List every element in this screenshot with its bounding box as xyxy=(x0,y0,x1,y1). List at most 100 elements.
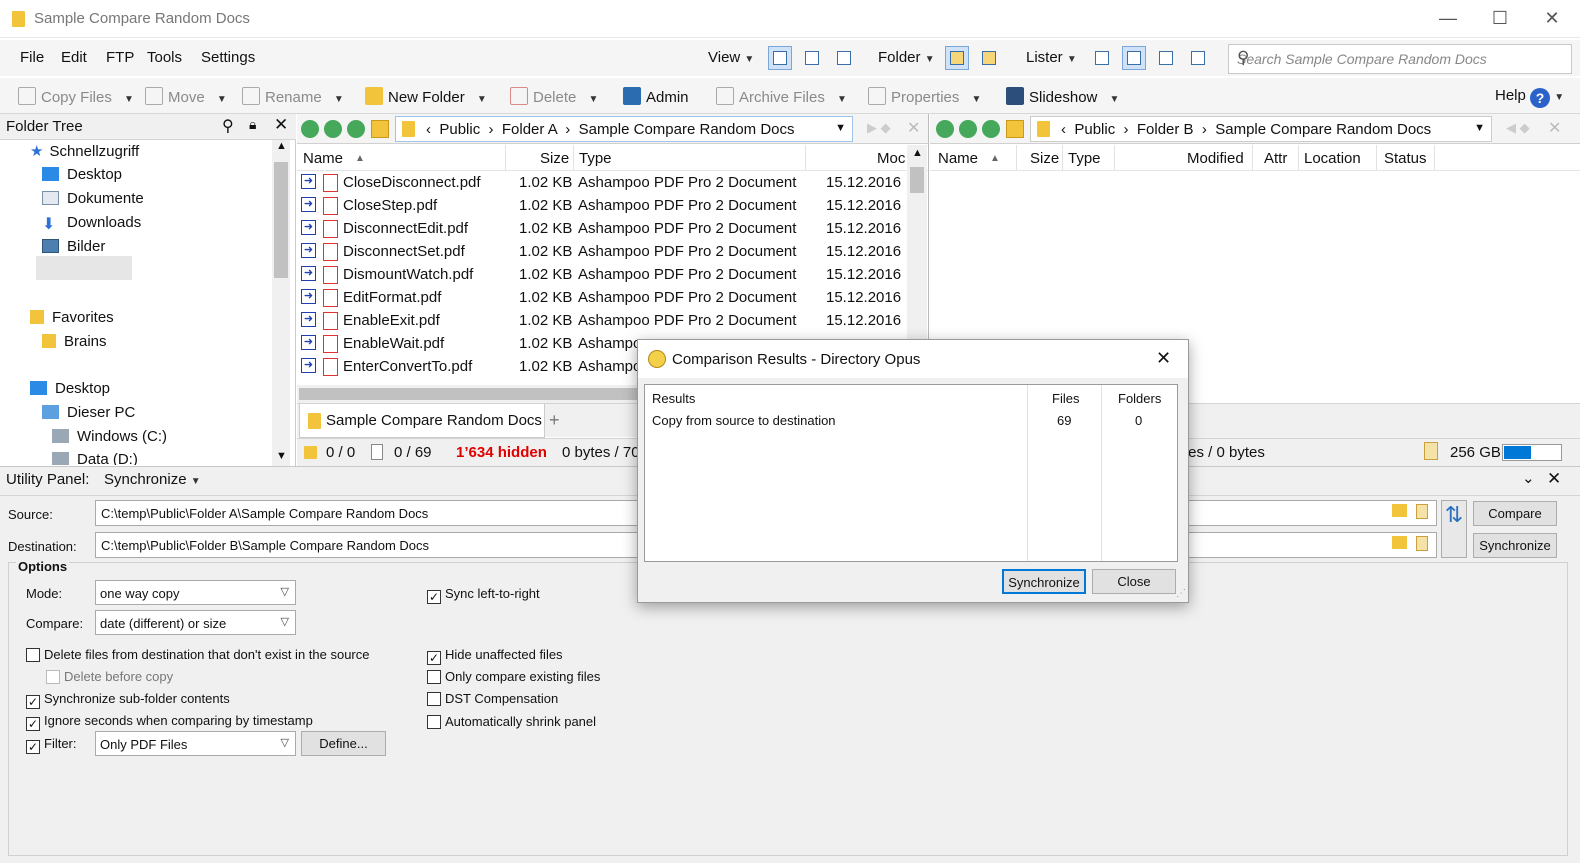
tree-item-favorites[interactable]: Favorites xyxy=(30,309,114,326)
copy-files-button[interactable]: Copy Files ▼ xyxy=(18,87,134,106)
hide-unaffected-checkbox[interactable]: ✓ Hide unaffected files xyxy=(427,647,563,665)
tree-item-pictures[interactable]: Bilder xyxy=(42,238,105,255)
view-menu[interactable]: View ▼ xyxy=(708,49,754,66)
col-name[interactable]: Name xyxy=(303,150,343,167)
col-name[interactable]: Name xyxy=(938,150,978,167)
up-icon[interactable] xyxy=(982,120,1000,138)
define-filter-button[interactable]: Define... xyxy=(301,731,386,756)
menu-settings[interactable]: Settings xyxy=(201,49,255,66)
back-icon[interactable] xyxy=(936,120,954,138)
archive-files-button[interactable]: Archive Files ▼ xyxy=(716,87,847,106)
sync-subfolders-checkbox[interactable]: ✓ Synchronize sub-folder contents xyxy=(26,691,230,709)
breadcrumb-item[interactable]: Public xyxy=(439,121,480,138)
new-folder-button[interactable]: New Folder ▼ xyxy=(365,87,487,106)
swap-paths-icon[interactable]: ⇅ xyxy=(1441,500,1467,558)
col-type[interactable]: Type xyxy=(1068,150,1101,167)
tree-item-drive-c[interactable]: Windows (C:) xyxy=(52,428,167,445)
breadcrumb-item[interactable]: Folder B xyxy=(1137,121,1194,138)
tree-item-desktop[interactable]: Desktop xyxy=(42,166,122,183)
table-row[interactable]: ➜ DisconnectEdit.pdf 1.02 KB Ashampoo PDF P… xyxy=(297,217,907,240)
browse-folder-icon[interactable] xyxy=(1392,536,1407,549)
folder-tree-toggle-icon[interactable] xyxy=(1122,46,1146,70)
close-window-button[interactable]: ✕ xyxy=(1542,8,1562,28)
auto-shrink-checkbox[interactable]: Automatically shrink panel xyxy=(427,714,596,729)
toolbar-toggle-icon[interactable] xyxy=(1090,46,1114,70)
col-location[interactable]: Location xyxy=(1304,150,1361,167)
tree-item-brains[interactable]: Brains xyxy=(42,333,107,350)
collapse-icon[interactable]: ⌄ xyxy=(1522,469,1535,487)
tree-item-documents[interactable]: Dokumente xyxy=(42,190,144,207)
breadcrumb-item[interactable]: Folder A xyxy=(502,121,557,138)
browse-folder-icon[interactable] xyxy=(1392,504,1407,517)
delete-before-copy-checkbox[interactable]: Delete before copy xyxy=(46,669,173,684)
col-attr[interactable]: Attr xyxy=(1264,150,1287,167)
col-modified[interactable]: Moc xyxy=(877,150,905,167)
dual-vertical-icon[interactable] xyxy=(977,46,1001,70)
admin-button[interactable]: Admin xyxy=(623,87,689,106)
compare-select[interactable]: date (different) or size ▽ xyxy=(95,610,296,635)
maximize-button[interactable]: ☐ xyxy=(1490,8,1510,28)
tree-item-desktop-root[interactable]: Desktop xyxy=(30,380,110,397)
chevron-down-icon[interactable]: ▼ xyxy=(1474,122,1485,134)
only-existing-checkbox[interactable]: Only compare existing files xyxy=(427,669,600,684)
dialog-synchronize-button[interactable]: Synchronize xyxy=(1002,569,1086,594)
delete-button[interactable]: Delete ▼ xyxy=(510,87,598,106)
view-details-icon[interactable] xyxy=(768,46,792,70)
compare-button[interactable]: Compare xyxy=(1473,501,1557,526)
up-icon[interactable] xyxy=(347,120,365,138)
status-hidden[interactable]: 1’634 hidden xyxy=(456,444,547,461)
pane-arrows-icon[interactable]: ▶ ◆ xyxy=(867,120,891,136)
left-breadcrumb[interactable]: ‹ Public › Folder A › Sample Compare Ran… xyxy=(395,116,853,142)
tree-scrollbar[interactable]: ▲ ▼ xyxy=(272,140,290,466)
folder-menu[interactable]: Folder ▼ xyxy=(878,49,935,66)
resize-grip-icon[interactable]: ⋰ xyxy=(1176,588,1186,599)
chevron-down-icon[interactable]: ▼ xyxy=(835,122,846,134)
utility-panel-icon[interactable] xyxy=(1186,46,1210,70)
lister-menu[interactable]: Lister ▼ xyxy=(1026,49,1077,66)
table-row[interactable]: ➜ EnableExit.pdf 1.02 KB Ashampoo PDF Pro 2… xyxy=(297,309,907,332)
view-tiles-icon[interactable] xyxy=(832,46,856,70)
tree-scroll-thumb[interactable] xyxy=(274,162,288,278)
tree-item-downloads[interactable]: ⬇ Downloads xyxy=(42,214,141,233)
right-breadcrumb[interactable]: ‹ Public › Folder B › Sample Compare Ran… xyxy=(1030,116,1492,142)
close-icon[interactable]: ✕ xyxy=(1547,469,1561,489)
table-row[interactable]: ➜ DismountWatch.pdf 1.02 KB Ashampoo PDF Pr… xyxy=(297,263,907,286)
dialog-close-button[interactable]: Close xyxy=(1092,569,1176,594)
close-icon[interactable]: ✕ xyxy=(1156,348,1171,369)
tree-item-quick-access[interactable]: ★ Schnellzugriff xyxy=(30,142,139,160)
view-thumbnails-icon[interactable] xyxy=(800,46,824,70)
mode-select[interactable]: one way copy ▽ xyxy=(95,580,296,605)
ignore-seconds-checkbox[interactable]: ✓ Ignore seconds when comparing by timest… xyxy=(26,713,313,731)
breadcrumb-item[interactable]: Sample Compare Random Docs xyxy=(579,121,795,138)
col-modified[interactable]: Modified xyxy=(1187,150,1244,167)
minimize-button[interactable]: — xyxy=(1438,8,1458,28)
properties-button[interactable]: Properties ▼ xyxy=(868,87,981,106)
delete-missing-checkbox[interactable]: Delete files from destination that don't… xyxy=(26,647,370,662)
search-icon[interactable]: ⚲ xyxy=(222,116,234,136)
forward-icon[interactable] xyxy=(324,120,342,138)
table-row[interactable]: ➜ CloseStep.pdf 1.02 KB Ashampoo PDF Pro 2 … xyxy=(297,194,907,217)
add-tab-button[interactable]: + xyxy=(549,410,560,431)
tree-item-this-pc[interactable]: Dieser PC xyxy=(42,404,135,421)
move-button[interactable]: Move ▼ xyxy=(145,87,227,106)
lock-icon[interactable]: 🔒︎ xyxy=(249,116,256,133)
tree-item-drive-d[interactable]: Data (D:) xyxy=(52,451,138,465)
breadcrumb-item[interactable]: Sample Compare Random Docs xyxy=(1215,121,1431,138)
breadcrumb-item[interactable]: Public xyxy=(1074,121,1115,138)
close-icon[interactable]: ✕ xyxy=(274,115,288,135)
sync-left-to-right-checkbox[interactable]: ✓ Sync left-to-right xyxy=(427,586,540,604)
col-type[interactable]: Type xyxy=(579,150,612,167)
chevron-down-icon[interactable]: ▼ xyxy=(276,450,287,462)
dst-compensation-checkbox[interactable]: DST Compensation xyxy=(427,691,558,706)
scroll-thumb[interactable] xyxy=(910,167,924,193)
viewer-pane-icon[interactable] xyxy=(1154,46,1178,70)
lock-icon[interactable] xyxy=(1416,536,1428,551)
dual-pane-icon[interactable] xyxy=(945,46,969,70)
table-row[interactable]: ➜ DisconnectSet.pdf 1.02 KB Ashampoo PDF Pr… xyxy=(297,240,907,263)
synchronize-panel-button[interactable]: Synchronize xyxy=(1473,533,1557,558)
table-row[interactable]: ➜ EditFormat.pdf 1.02 KB Ashampoo PDF Pro 2… xyxy=(297,286,907,309)
favorites-folder-icon[interactable] xyxy=(1006,120,1024,138)
slideshow-button[interactable]: Slideshow ▼ xyxy=(1006,87,1119,106)
table-row[interactable]: Copy from source to destination 69 0 xyxy=(645,409,1177,431)
chevron-up-icon[interactable]: ▲ xyxy=(276,140,287,152)
